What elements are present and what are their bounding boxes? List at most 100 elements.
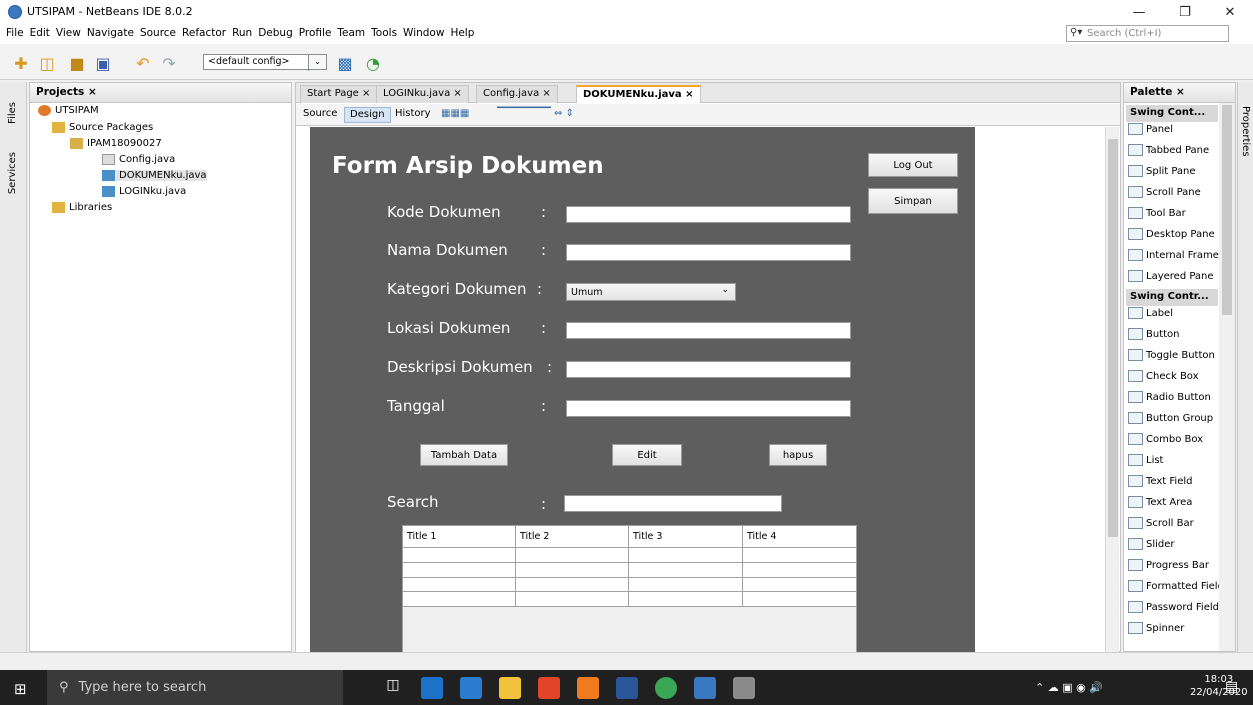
menu-navigate[interactable]: Navigate: [87, 27, 134, 39]
delete-button[interactable]: hapus: [769, 444, 827, 466]
edit-button[interactable]: Edit: [612, 444, 682, 466]
menu-edit[interactable]: Edit: [30, 27, 50, 39]
office-icon[interactable]: [538, 677, 560, 699]
kode-field[interactable]: [566, 206, 851, 223]
windows-start-icon[interactable]: ⊞: [14, 680, 27, 698]
category-swing-containers[interactable]: Swing Cont...: [1126, 105, 1218, 122]
palette-item[interactable]: Text Field: [1128, 475, 1192, 487]
palette-item[interactable]: Label: [1128, 307, 1173, 319]
palette-item[interactable]: Formatted Field: [1128, 580, 1224, 592]
selection-mode-icon[interactable]: ▦▦▦: [436, 107, 474, 123]
taskbar-clock[interactable]: 18:03 22/04/2020: [1190, 673, 1248, 699]
logout-button[interactable]: Log Out: [868, 153, 958, 177]
column-header[interactable]: Title 4: [747, 531, 776, 542]
debug-icon[interactable]: ▩: [334, 52, 356, 74]
tree-item-login[interactable]: LOGINku.java: [102, 186, 186, 197]
projects-header[interactable]: Projects ×: [30, 83, 291, 103]
data-table[interactable]: Title 1 Title 2 Title 3 Title 4: [402, 525, 857, 653]
menu-window[interactable]: Window: [403, 27, 444, 39]
palette-header[interactable]: Palette ×: [1124, 83, 1235, 103]
palette-item[interactable]: Toggle Button: [1128, 349, 1215, 361]
taskbar-search[interactable]: ⚲ Type here to search: [47, 670, 343, 705]
file-explorer-icon[interactable]: [499, 677, 521, 699]
palette-item[interactable]: Layered Pane: [1128, 270, 1214, 282]
palette-item[interactable]: Progress Bar: [1128, 559, 1209, 571]
properties-tab[interactable]: Properties: [1240, 106, 1251, 157]
menu-source[interactable]: Source: [140, 27, 176, 39]
save-all-icon[interactable]: ▣: [92, 52, 114, 74]
palette-item[interactable]: Split Pane: [1128, 165, 1196, 177]
tree-item-dokumen[interactable]: DOKUMENku.java: [102, 170, 207, 181]
palette-item[interactable]: Button Group: [1128, 412, 1213, 424]
chrome-icon[interactable]: [655, 677, 677, 699]
lokasi-field[interactable]: [566, 322, 851, 339]
new-file-icon[interactable]: ✚: [10, 52, 32, 74]
menu-team[interactable]: Team: [337, 27, 365, 39]
menu-profile[interactable]: Profile: [299, 27, 332, 39]
edge-icon[interactable]: [421, 677, 443, 699]
menu-file[interactable]: File: [6, 27, 24, 39]
palette-item[interactable]: Spinner: [1128, 622, 1184, 634]
palette-scrollbar[interactable]: [1219, 103, 1235, 651]
palette-item[interactable]: List: [1128, 454, 1163, 466]
config-select[interactable]: <default config> ⌄: [203, 54, 327, 70]
palette-item[interactable]: Text Area: [1128, 496, 1192, 508]
menu-help[interactable]: Help: [450, 27, 474, 39]
minimize-button[interactable]: —: [1116, 0, 1162, 24]
category-swing-controls[interactable]: Swing Contr...: [1126, 289, 1218, 306]
tree-item-libraries[interactable]: Libraries: [52, 202, 112, 213]
column-header[interactable]: Title 2: [520, 531, 549, 542]
palette-item[interactable]: Slider: [1128, 538, 1175, 550]
profile-icon[interactable]: ◔: [362, 52, 384, 74]
tab-start-page[interactable]: Start Page ×: [300, 85, 378, 103]
palette-item[interactable]: Desktop Pane: [1128, 228, 1215, 240]
mode-design[interactable]: Design: [344, 107, 391, 123]
tab-login[interactable]: LOGINku.java ×: [376, 85, 469, 103]
mail-icon[interactable]: [460, 677, 482, 699]
task-view-icon[interactable]: ◫: [382, 677, 404, 699]
tree-item-project[interactable]: UTSIPAM: [38, 105, 99, 116]
save-button[interactable]: Simpan: [868, 188, 958, 214]
menu-debug[interactable]: Debug: [258, 27, 293, 39]
xampp-icon[interactable]: [577, 677, 599, 699]
tab-config[interactable]: Config.java ×: [476, 85, 558, 103]
word-icon[interactable]: [616, 677, 638, 699]
palette-item[interactable]: Password Field: [1128, 601, 1219, 613]
palette-item[interactable]: Button: [1128, 328, 1180, 340]
tree-item-config[interactable]: Config.java: [102, 154, 175, 165]
app-icon[interactable]: [733, 677, 755, 699]
scrollbar-thumb[interactable]: [1108, 139, 1118, 537]
tab-dokumen[interactable]: DOKUMENku.java ×: [576, 85, 701, 103]
mode-source[interactable]: Source: [298, 107, 342, 123]
palette-item[interactable]: Tool Bar: [1128, 207, 1186, 219]
align-icons[interactable]: ▔▔▔▔▔▔▔ ⇔ ⇕: [492, 107, 579, 123]
menu-run[interactable]: Run: [232, 27, 252, 39]
services-tab[interactable]: Services: [7, 152, 18, 194]
scrollbar-thumb[interactable]: [1222, 105, 1232, 315]
palette-item[interactable]: Scroll Pane: [1128, 186, 1201, 198]
menu-tools[interactable]: Tools: [371, 27, 397, 39]
palette-item[interactable]: Combo Box: [1128, 433, 1203, 445]
deskripsi-field[interactable]: [566, 361, 851, 378]
column-header[interactable]: Title 1: [407, 531, 436, 542]
add-data-button[interactable]: Tambah Data: [420, 444, 508, 466]
palette-item[interactable]: Scroll Bar: [1128, 517, 1194, 529]
new-project-icon[interactable]: ◫: [36, 52, 58, 74]
editor-scrollbar[interactable]: [1105, 127, 1119, 653]
redo-icon[interactable]: ↷: [158, 52, 180, 74]
restore-button[interactable]: ❐: [1162, 0, 1208, 24]
search-field[interactable]: [564, 495, 782, 512]
kategori-combo[interactable]: Umum ⌄: [566, 283, 736, 301]
tree-item-source-packages[interactable]: Source Packages: [52, 122, 153, 133]
system-tray-icons[interactable]: ⌃ ☁ ▣ ◉ 🔊: [1035, 681, 1103, 694]
files-tab[interactable]: Files: [7, 102, 18, 124]
undo-icon[interactable]: ↶: [132, 52, 154, 74]
open-project-icon[interactable]: ■: [66, 52, 88, 74]
palette-item[interactable]: Tabbed Pane: [1128, 144, 1209, 156]
tanggal-field[interactable]: [566, 400, 851, 417]
mode-history[interactable]: History: [390, 107, 436, 123]
netbeans-icon[interactable]: [694, 677, 716, 699]
palette-item[interactable]: Internal Frame: [1128, 249, 1219, 261]
palette-item[interactable]: Check Box: [1128, 370, 1199, 382]
menu-view[interactable]: View: [56, 27, 81, 39]
